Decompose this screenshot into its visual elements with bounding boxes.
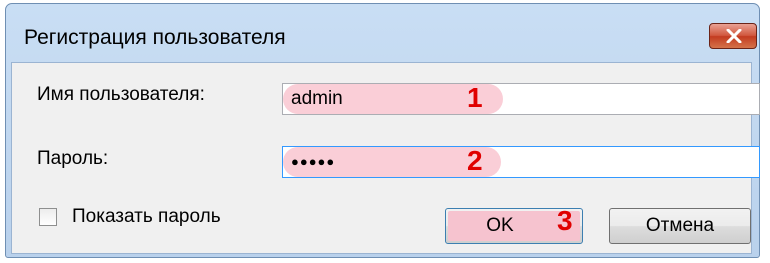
username-label: Имя пользователя:	[37, 84, 205, 105]
step-marker-2: 2	[467, 145, 483, 176]
step-marker-3: 3	[557, 205, 573, 236]
password-value: ●●●●●	[291, 154, 336, 169]
password-label: Пароль:	[37, 148, 109, 169]
dialog-title: Регистрация пользователя	[24, 26, 286, 49]
cancel-button[interactable]: Отмена	[609, 208, 751, 244]
password-field[interactable]: ●●●●●	[282, 146, 760, 178]
close-button[interactable]	[709, 23, 757, 49]
show-password-label[interactable]: Показать пароль	[72, 206, 221, 228]
show-password-checkbox[interactable]	[39, 208, 57, 226]
ok-label: OK	[486, 215, 514, 236]
username-value: admin	[291, 88, 343, 109]
username-field[interactable]: admin	[282, 83, 760, 115]
close-icon	[726, 29, 742, 43]
cancel-label: Отмена	[645, 215, 715, 236]
step-marker-1: 1	[467, 82, 483, 113]
